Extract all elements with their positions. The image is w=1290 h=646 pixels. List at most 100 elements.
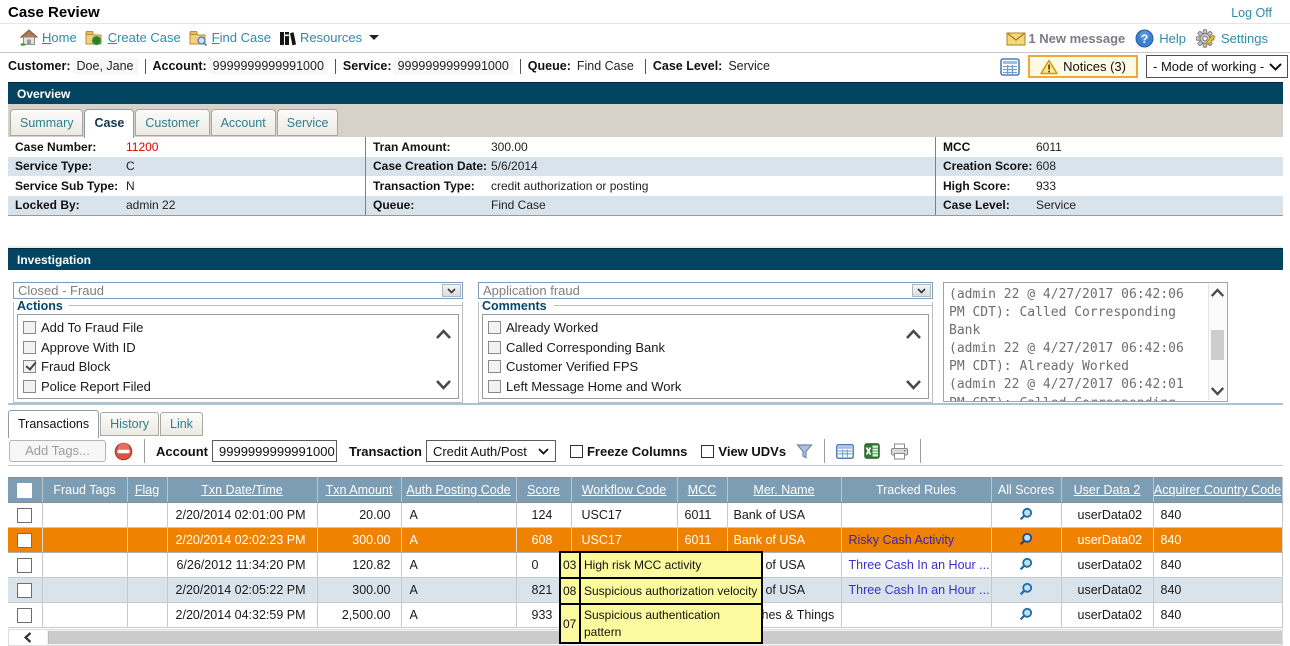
col-mcc[interactable]: MCC bbox=[677, 478, 727, 503]
add-tags-button[interactable]: Add Tags... bbox=[9, 440, 106, 462]
comment-item[interactable]: Already Worked bbox=[488, 318, 928, 338]
log-scrollbar[interactable] bbox=[1208, 284, 1226, 400]
view-udvs-checkbox[interactable] bbox=[701, 445, 714, 458]
action-label: Fraud Block bbox=[41, 359, 110, 374]
col-workflow-code[interactable]: Workflow Code bbox=[571, 478, 677, 503]
menu-home[interactable]: Home bbox=[20, 29, 77, 46]
menu-home-label: Home bbox=[42, 30, 77, 45]
new-message-indicator[interactable]: 1 New message bbox=[1006, 31, 1125, 46]
help-button[interactable]: ? Help bbox=[1135, 29, 1186, 48]
transaction-row[interactable]: 2/20/2014 02:01:00 PM 20.00 A 124 USC17 … bbox=[8, 503, 1282, 528]
scroll-left-button[interactable] bbox=[9, 630, 47, 645]
comments-listbox: Already Worked Called Corresponding Bank… bbox=[482, 314, 929, 399]
col-auth-posting-code[interactable]: Auth Posting Code bbox=[401, 478, 516, 503]
col-txn-datetime[interactable]: Txn Date/Time bbox=[167, 478, 317, 503]
col-flag[interactable]: Flag bbox=[127, 478, 167, 503]
row-checkbox[interactable] bbox=[17, 533, 32, 548]
field-label: Creation Score: bbox=[936, 159, 1036, 173]
scroll-up-icon[interactable] bbox=[435, 329, 452, 340]
comment-item[interactable]: Customer Verified FPS bbox=[488, 357, 928, 377]
comment-item[interactable] bbox=[488, 396, 928, 399]
rule-text: Suspicious authentication pattern bbox=[581, 605, 759, 642]
col-txn-amount[interactable]: Txn Amount bbox=[317, 478, 401, 503]
scroll-down-icon[interactable] bbox=[905, 379, 922, 390]
freeze-columns-checkbox[interactable] bbox=[570, 445, 583, 458]
all-scores-magnifier-icon[interactable] bbox=[1019, 507, 1033, 521]
case-list-icon[interactable] bbox=[1000, 58, 1020, 76]
checkbox[interactable] bbox=[488, 341, 501, 354]
scrollbar-thumb[interactable] bbox=[1211, 330, 1224, 360]
row-checkbox[interactable] bbox=[17, 608, 32, 623]
mode-of-working-select[interactable]: - Mode of working - bbox=[1146, 55, 1288, 78]
all-scores-magnifier-icon[interactable] bbox=[1019, 557, 1033, 571]
comment-log-textarea[interactable]: (admin 22 @ 4/27/2017 06:42:06 PM CDT): … bbox=[943, 282, 1228, 402]
col-score[interactable]: Score bbox=[516, 478, 571, 503]
all-scores-magnifier-icon[interactable] bbox=[1019, 582, 1033, 596]
col-user-data-2[interactable]: User Data 2 bbox=[1061, 478, 1153, 503]
row-checkbox[interactable] bbox=[17, 558, 32, 573]
tab-summary[interactable]: Summary bbox=[10, 109, 83, 136]
account-label: Account: bbox=[153, 59, 207, 73]
col-mer-name[interactable]: Mer. Name bbox=[727, 478, 841, 503]
all-scores-magnifier-icon[interactable] bbox=[1019, 532, 1033, 546]
scroll-down-icon[interactable] bbox=[435, 379, 452, 390]
log-off-link[interactable]: Log Off bbox=[1231, 6, 1272, 20]
checkbox[interactable] bbox=[23, 380, 36, 393]
tracked-rule-link[interactable]: Three Cash In an Hour ... bbox=[849, 558, 990, 572]
scroll-up-icon[interactable] bbox=[1210, 288, 1225, 298]
comment-item[interactable]: Called Corresponding Bank bbox=[488, 338, 928, 358]
action-item[interactable]: Fraud Block bbox=[23, 357, 458, 377]
transaction-select[interactable]: Credit Auth/Post bbox=[426, 440, 556, 462]
settings-button[interactable]: Settings bbox=[1196, 29, 1268, 48]
action-label: Police Report Filed bbox=[41, 379, 151, 394]
notices-button[interactable]: Notices (3) bbox=[1028, 55, 1138, 78]
checkbox-checked[interactable] bbox=[23, 360, 36, 373]
find-case-icon bbox=[189, 29, 208, 46]
scroll-up-icon[interactable] bbox=[905, 329, 922, 340]
all-scores-magnifier-icon[interactable] bbox=[1019, 607, 1033, 621]
tab-case[interactable]: Case bbox=[84, 109, 134, 138]
grid-view-button[interactable] bbox=[836, 444, 854, 459]
tab-service[interactable]: Service bbox=[277, 109, 339, 136]
action-item[interactable]: Police Report Filed bbox=[23, 377, 458, 397]
menu-resources[interactable]: Resources bbox=[279, 30, 379, 46]
scroll-down-icon[interactable] bbox=[1210, 386, 1225, 396]
transaction-row-selected[interactable]: 2/20/2014 02:02:23 PM 300.00 A 608 USC17… bbox=[8, 528, 1282, 553]
status-select-arrow bbox=[442, 284, 461, 297]
remove-tags-icon[interactable] bbox=[114, 442, 133, 461]
tab-account[interactable]: Account bbox=[211, 109, 276, 136]
tracked-rule-link[interactable]: Three Cash In an Hour ... bbox=[849, 583, 990, 597]
comment-select[interactable]: Application fraud bbox=[478, 282, 933, 299]
tab-history[interactable]: History bbox=[100, 412, 159, 436]
checkbox[interactable] bbox=[23, 321, 36, 334]
context-bar: Customer: Doe, Jane Account: 99999999999… bbox=[0, 54, 1290, 81]
status-select[interactable]: Closed - Fraud bbox=[13, 282, 463, 299]
menu-find-case[interactable]: Find Case bbox=[189, 29, 271, 46]
action-item[interactable]: Add To Fraud File bbox=[23, 318, 458, 338]
checkbox[interactable] bbox=[488, 360, 501, 373]
comment-select-arrow bbox=[912, 284, 931, 297]
export-excel-button[interactable] bbox=[864, 443, 880, 459]
checkbox[interactable] bbox=[488, 380, 501, 393]
account-select[interactable]: 9999999999991000 bbox=[212, 440, 337, 462]
checkbox[interactable] bbox=[488, 321, 501, 334]
row-checkbox[interactable] bbox=[17, 508, 32, 523]
investigation-body: Closed - Fraud Actions Add To Fraud File… bbox=[8, 271, 1283, 405]
rule-code: 08 bbox=[561, 579, 581, 603]
context-separator bbox=[645, 59, 646, 74]
menu-create-case[interactable]: Create Case bbox=[85, 29, 181, 46]
field-value: credit authorization or posting bbox=[491, 179, 648, 193]
filter-button[interactable] bbox=[796, 443, 813, 459]
col-acquirer-country-code[interactable]: Acquirer Country Code bbox=[1153, 478, 1282, 503]
print-button[interactable] bbox=[890, 443, 909, 460]
checkbox[interactable] bbox=[23, 341, 36, 354]
tracked-rule-link[interactable]: Risky Cash Activity bbox=[849, 533, 955, 547]
action-item[interactable] bbox=[23, 396, 458, 399]
row-checkbox[interactable] bbox=[17, 583, 32, 598]
tab-link[interactable]: Link bbox=[160, 412, 203, 436]
tab-transactions[interactable]: Transactions bbox=[8, 410, 99, 438]
action-item[interactable]: Approve With ID bbox=[23, 338, 458, 358]
tab-customer[interactable]: Customer bbox=[135, 109, 209, 136]
comment-item[interactable]: Left Message Home and Work bbox=[488, 377, 928, 397]
select-all-checkbox[interactable] bbox=[17, 483, 32, 498]
